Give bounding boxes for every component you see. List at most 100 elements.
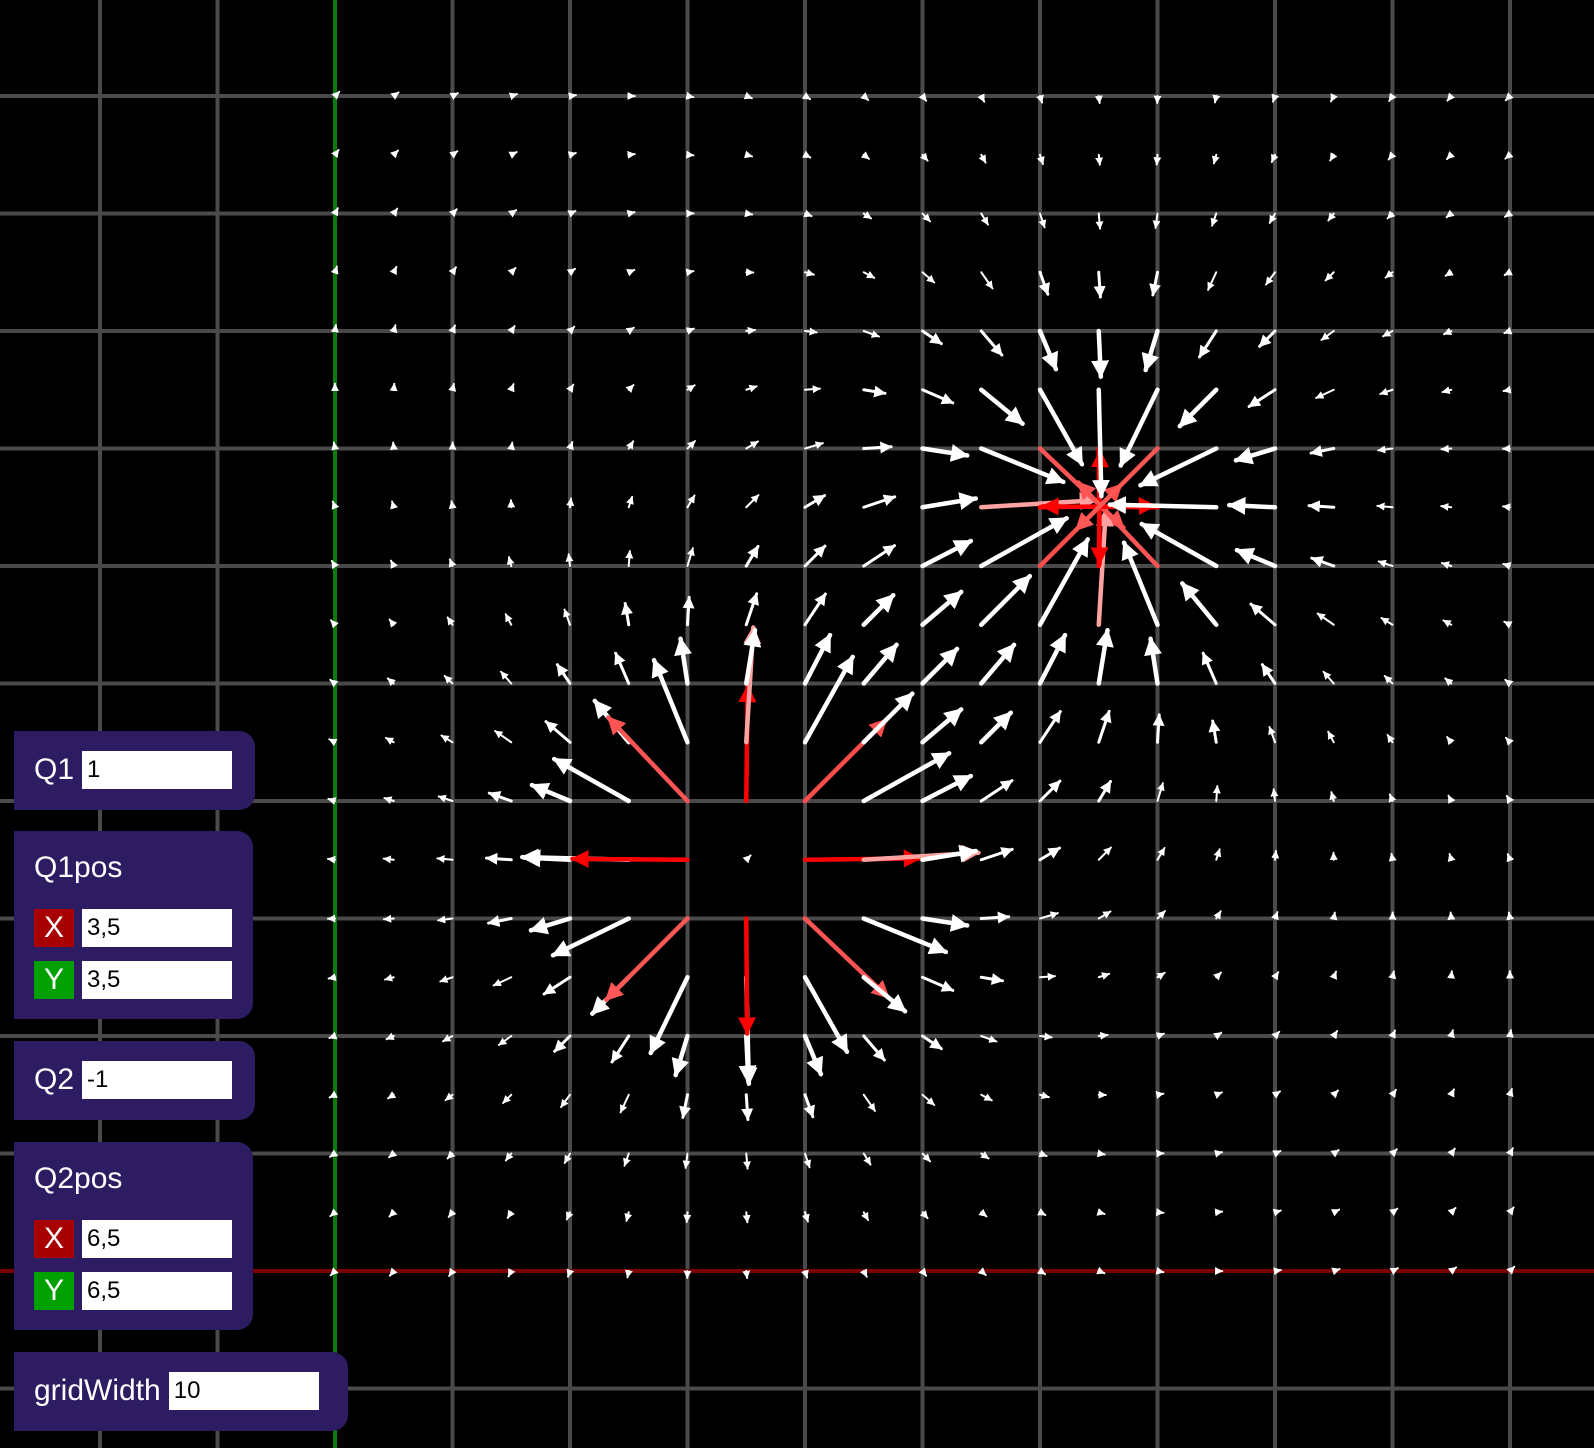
grid-width-panel: gridWidth [14, 1352, 348, 1431]
field-arrow [390, 500, 398, 510]
field-arrow [1094, 95, 1103, 105]
field-arrow [978, 153, 987, 164]
field-arrow [921, 975, 955, 992]
field-arrow [862, 1093, 876, 1112]
field-arrow [565, 553, 574, 567]
field-arrow [1447, 1207, 1457, 1216]
q2pos-label: Q2pos [34, 1162, 123, 1195]
field-arrow [627, 150, 636, 159]
field-arrow [742, 1211, 751, 1224]
field-arrow [388, 1208, 398, 1218]
field-arrow [384, 973, 395, 982]
field-arrow [448, 500, 457, 510]
field-arrow [1093, 270, 1106, 299]
field-arrow [1324, 271, 1335, 282]
field-arrow [389, 382, 398, 392]
field-arrow [979, 329, 1004, 357]
field-arrow [1376, 502, 1394, 511]
field-arrow [1447, 1088, 1455, 1098]
grid-width-input[interactable] [168, 1372, 319, 1410]
field-arrow [504, 613, 513, 626]
field-arrow [327, 973, 337, 982]
field-arrow [862, 441, 893, 454]
field-arrow [492, 976, 513, 987]
field-arrow [1208, 719, 1221, 744]
field-arrow [1039, 972, 1056, 981]
q2pos-y-badge: Y [34, 1272, 74, 1310]
field-arrow [1097, 972, 1111, 980]
field-arrow [566, 497, 575, 509]
field-arrow [606, 715, 690, 804]
field-arrow [804, 327, 818, 336]
field-arrow [738, 916, 757, 1036]
field-arrow [1440, 502, 1453, 511]
field-arrow [1506, 911, 1515, 921]
q2pos-x-input[interactable] [82, 1220, 232, 1258]
q2pos-y-input[interactable] [82, 1272, 232, 1310]
field-arrow [1505, 1029, 1514, 1038]
field-arrow [1097, 1031, 1109, 1040]
q2pos-panel: Q2pos X Y [14, 1142, 253, 1330]
field-arrow [1249, 602, 1277, 627]
field-arrow [920, 589, 964, 627]
field-arrow [920, 707, 964, 745]
field-arrow [1226, 496, 1278, 515]
field-arrow [861, 975, 908, 1014]
field-arrow [1097, 709, 1112, 744]
field-arrow [741, 1093, 754, 1121]
field-arrow [862, 544, 896, 568]
field-arrow [326, 855, 336, 864]
field-arrow [1330, 1208, 1341, 1217]
field-arrow [1211, 153, 1220, 165]
q2-charge-input[interactable] [82, 1061, 233, 1099]
field-arrow [742, 1152, 751, 1170]
field-arrow [570, 849, 690, 868]
q1pos-x-input[interactable] [82, 909, 232, 947]
field-arrow [683, 1211, 692, 1224]
field-arrow [802, 975, 850, 1055]
field-arrow [860, 151, 870, 160]
field-arrow [626, 209, 636, 218]
field-arrow [648, 975, 690, 1056]
field-arrow [1207, 271, 1218, 291]
field-arrow [744, 592, 759, 627]
field-arrow [1155, 1266, 1165, 1275]
field-arrow [682, 595, 695, 627]
field-arrow [744, 544, 760, 568]
field-arrow [1201, 651, 1218, 685]
field-arrow [1271, 850, 1280, 861]
field-arrow [685, 150, 695, 159]
field-arrow [979, 847, 1014, 862]
field-arrow [1307, 500, 1336, 513]
field-arrow [1038, 710, 1062, 744]
field-arrow [1441, 386, 1453, 395]
field-arrow [979, 710, 1014, 745]
field-arrow [685, 268, 695, 277]
field-arrow [1039, 1032, 1053, 1041]
field-arrow [1440, 444, 1453, 453]
q2pos-x-badge: X [34, 1220, 74, 1258]
q1-charge-input[interactable] [82, 751, 233, 789]
field-arrow [625, 384, 635, 393]
q1pos-y-badge: Y [34, 961, 74, 999]
field-arrow [1155, 1091, 1165, 1099]
field-arrow [979, 446, 1066, 485]
field-arrow [980, 271, 994, 290]
field-arrow [980, 1093, 993, 1102]
field-arrow [624, 1211, 633, 1222]
field-arrow [1038, 846, 1062, 862]
field-arrow [1447, 911, 1456, 921]
field-arrow [745, 384, 758, 393]
field-arrow [550, 916, 631, 958]
field-arrow [1213, 848, 1222, 861]
field-arrow [1153, 153, 1162, 166]
vector-field-view[interactable]: Q1 Q1pos X Y Q2 Q2pos X [0, 0, 1594, 1448]
field-arrow [507, 441, 515, 451]
field-arrow [861, 592, 896, 627]
q2-label: Q2 [34, 1063, 75, 1096]
field-arrow [1037, 632, 1068, 686]
field-arrow [1234, 547, 1278, 569]
field-arrow [1270, 788, 1279, 802]
field-arrow [1121, 540, 1160, 627]
q1pos-y-input[interactable] [82, 961, 232, 999]
